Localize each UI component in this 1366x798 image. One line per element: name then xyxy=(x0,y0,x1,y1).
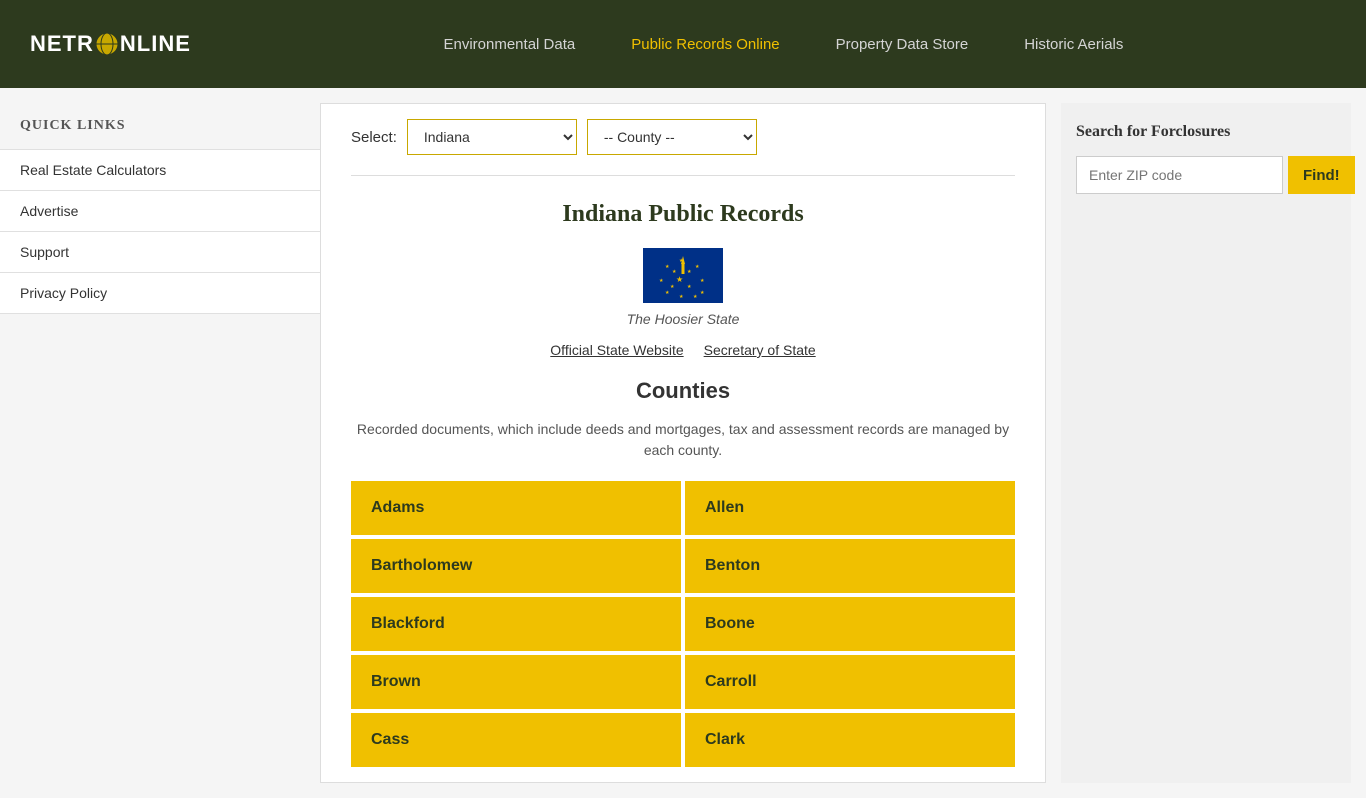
county-bartholomew[interactable]: Bartholomew xyxy=(351,539,681,593)
nav-environmental-data[interactable]: Environmental Data xyxy=(415,0,603,88)
sidebar-link-advertise[interactable]: Advertise xyxy=(0,190,320,231)
svg-text:★: ★ xyxy=(659,278,664,284)
logo-text-nline: NLINE xyxy=(120,31,191,57)
sidebar-link-support[interactable]: Support xyxy=(0,231,320,272)
county-allen[interactable]: Allen xyxy=(685,481,1015,535)
county-carroll[interactable]: Carroll xyxy=(685,655,1015,709)
county-benton[interactable]: Benton xyxy=(685,539,1015,593)
logo-globe-icon xyxy=(96,33,118,55)
main-content: Select: Indiana -- County -- Indiana Pub… xyxy=(320,103,1046,783)
page-title: Indiana Public Records xyxy=(351,201,1015,228)
svg-text:★: ★ xyxy=(687,284,692,290)
county-brown[interactable]: Brown xyxy=(351,655,681,709)
county-select[interactable]: -- County -- xyxy=(587,119,757,155)
counties-desc: Recorded documents, which include deeds … xyxy=(351,419,1015,461)
sidebar-link-privacy[interactable]: Privacy Policy xyxy=(0,272,320,314)
logo-text-netr: NETR xyxy=(30,31,94,57)
select-label: Select: xyxy=(351,129,397,146)
right-sidebar: Search for Forclosures Find! xyxy=(1061,103,1351,783)
county-grid: Adams Allen Bartholomew Benton Blackford… xyxy=(351,481,1015,767)
state-nickname: The Hoosier State xyxy=(351,311,1015,327)
nav-public-records[interactable]: Public Records Online xyxy=(603,0,807,88)
quick-links-title: Quick Links xyxy=(0,108,320,149)
svg-text:★: ★ xyxy=(665,264,670,270)
county-cass[interactable]: Cass xyxy=(351,713,681,767)
svg-text:★: ★ xyxy=(700,290,705,296)
state-flag: ★ ★ ★ ★ ★ ★ ★ ★ ★ ★ ★ ★ ★ ★ xyxy=(643,248,723,303)
foreclosure-title: Search for Forclosures xyxy=(1076,123,1336,141)
svg-text:★: ★ xyxy=(665,290,670,296)
state-header: Indiana Public Records ★ ★ ★ ★ ★ ★ ★ ★ xyxy=(351,201,1015,358)
svg-text:★: ★ xyxy=(679,294,684,300)
svg-text:★: ★ xyxy=(679,258,684,264)
svg-text:★: ★ xyxy=(693,294,698,300)
svg-text:★: ★ xyxy=(687,269,692,275)
find-button[interactable]: Find! xyxy=(1288,156,1355,194)
svg-text:★: ★ xyxy=(695,264,700,270)
county-boone[interactable]: Boone xyxy=(685,597,1015,651)
select-bar: Select: Indiana -- County -- xyxy=(351,119,1015,176)
state-links: Official State Website Secretary of Stat… xyxy=(351,342,1015,358)
left-sidebar: Quick Links Real Estate Calculators Adve… xyxy=(0,88,320,798)
sidebar-link-real-estate[interactable]: Real Estate Calculators xyxy=(0,149,320,190)
page-body: Quick Links Real Estate Calculators Adve… xyxy=(0,88,1366,798)
state-select[interactable]: Indiana xyxy=(407,119,577,155)
svg-text:★: ★ xyxy=(670,284,675,290)
logo[interactable]: NETR NLINE xyxy=(30,31,191,57)
secretary-of-state-link[interactable]: Secretary of State xyxy=(704,342,816,358)
main-nav: Environmental Data Public Records Online… xyxy=(231,0,1336,88)
county-clark[interactable]: Clark xyxy=(685,713,1015,767)
county-adams[interactable]: Adams xyxy=(351,481,681,535)
county-blackford[interactable]: Blackford xyxy=(351,597,681,651)
zip-input[interactable] xyxy=(1076,156,1283,194)
foreclosure-form: Find! xyxy=(1076,156,1336,194)
nav-historic-aerials[interactable]: Historic Aerials xyxy=(996,0,1151,88)
official-state-link[interactable]: Official State Website xyxy=(550,342,683,358)
counties-title: Counties xyxy=(351,378,1015,404)
nav-property-data-store[interactable]: Property Data Store xyxy=(808,0,997,88)
svg-text:★: ★ xyxy=(700,278,705,284)
svg-text:★: ★ xyxy=(676,275,683,284)
header: NETR NLINE Environmental Data Public Rec… xyxy=(0,0,1366,88)
